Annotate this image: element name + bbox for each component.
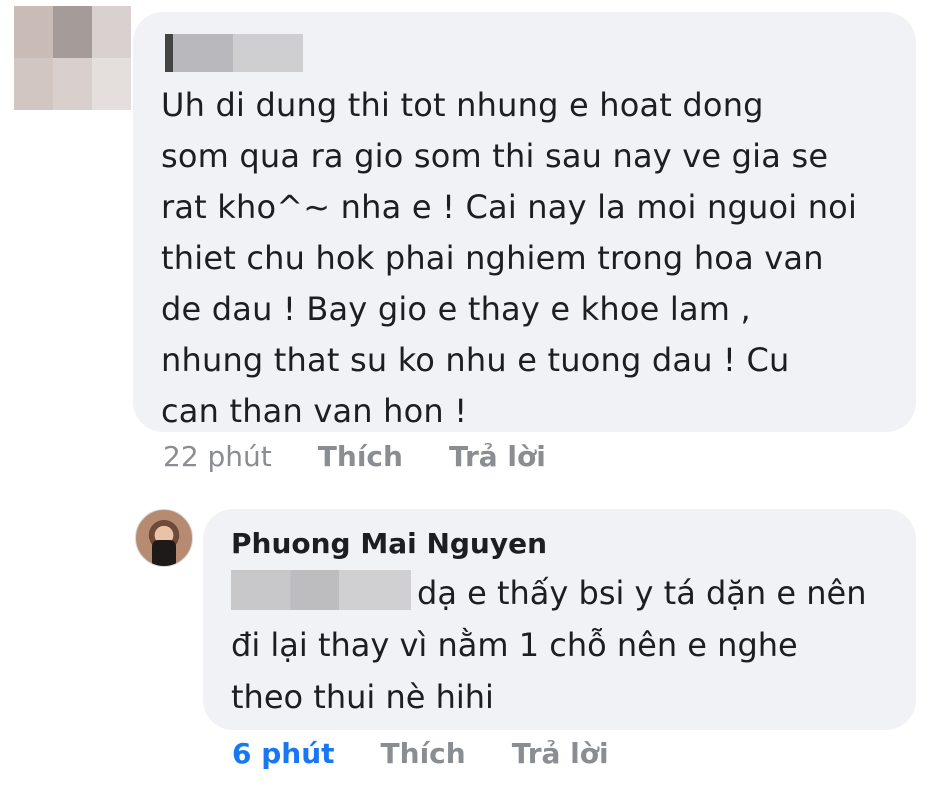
reply-author-name[interactable]: Phuong Mai Nguyen (231, 525, 890, 563)
reply-text: dạ e thấy bsi y tá dặn e nên đi lại thay… (231, 567, 890, 723)
reply-button[interactable]: Trả lời (449, 440, 546, 473)
reply-reply-button[interactable]: Trả lời (512, 737, 609, 770)
comment-bubble: Uh di dung thi tot nhung e hoat dong som… (133, 12, 916, 432)
comment-actions: 22 phút Thích Trả lời (163, 440, 546, 473)
commenter-avatar-blurred[interactable] (14, 6, 131, 110)
mention-blurred[interactable] (231, 570, 411, 610)
reply-text-line3: theo thui nè hihi (231, 678, 494, 716)
reply-author-avatar[interactable] (135, 509, 193, 567)
comment-text: Uh di dung thi tot nhung e hoat dong som… (161, 86, 858, 430)
reply-actions: 6 phút Thích Trả lời (232, 737, 609, 770)
comment-timestamp[interactable]: 22 phút (163, 440, 272, 473)
reply-text-line2: đi lại thay vì nằm 1 chỗ nên e nghe (231, 626, 798, 664)
like-button[interactable]: Thích (318, 440, 403, 473)
reply-text-line1: dạ e thấy bsi y tá dặn e nên (417, 574, 867, 612)
reply-like-button[interactable]: Thích (381, 737, 466, 770)
commenter-name-blurred[interactable] (165, 34, 303, 72)
reply-timestamp[interactable]: 6 phút (232, 737, 335, 770)
reply-bubble: Phuong Mai Nguyen dạ e thấy bsi y tá dặn… (203, 509, 916, 730)
